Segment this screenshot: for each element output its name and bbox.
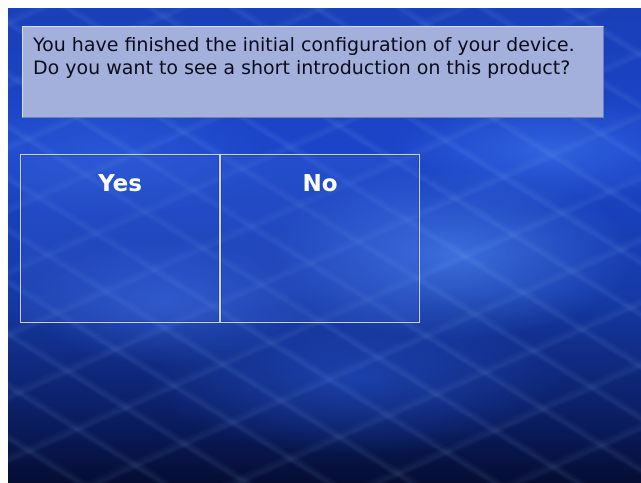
no-button[interactable]: No xyxy=(220,154,420,323)
wallpaper-background: You have finished the initial configurat… xyxy=(8,8,641,483)
intro-prompt-message: You have finished the initial configurat… xyxy=(22,26,604,118)
answer-button-group: Yes No xyxy=(20,154,420,323)
yes-button[interactable]: Yes xyxy=(20,154,220,323)
